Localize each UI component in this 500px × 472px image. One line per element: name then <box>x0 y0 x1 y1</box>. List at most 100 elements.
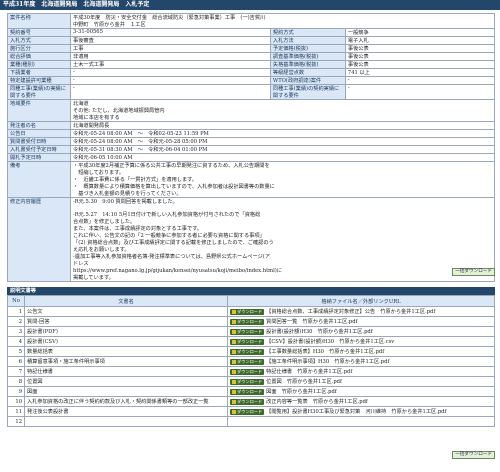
doc-no: 10 <box>7 396 25 407</box>
doc-name <box>24 416 228 427</box>
col-header-file: 格納ファイル名／外部リンクURL <box>227 295 495 307</box>
info-row: 案件名称 平成30年度 防災・安全交付金 総合流域防災（緊急対策事業）工事 (一)… <box>7 13 495 29</box>
doc-name: 入札参加資格の改正に伴う契約約款及び入札・契約関係書類等の一部改正一覧 <box>24 396 228 407</box>
info-value: 北海道開発局長 <box>70 121 495 130</box>
doc-file-link[interactable]: 【CSV】設計書(設計額)H30 竹原から金井1工区.csv <box>266 339 394 345</box>
doc-file-link[interactable]: 【施工条件明示事項】H30 竹原から金井1工区.pdf <box>266 359 389 365</box>
info-label: 地域要件 <box>7 99 71 122</box>
download-label: ダウンロード <box>237 399 263 404</box>
info-label-secondary: 同種工事(業績)の契約実績に関する要件 <box>269 84 346 100</box>
download-all-button-bottom[interactable]: 一括ダウンロード <box>452 451 495 459</box>
info-label-secondary: 調査基準価格(税抜) <box>269 52 346 61</box>
doc-row: 9 図面 ダウンロード 図面 竹原から金井1工区.pdf <box>7 386 495 397</box>
info-row: 入札書受付予定日時 令和元-05-31 08:30 AM ～ 令和元-06-04 … <box>7 145 495 154</box>
info-row: 契約番号 3-31-00565 契約方式 一般競争 <box>7 28 496 37</box>
info-row: 開札予定日時 令和元-06-05 10:00 AM <box>7 153 495 162</box>
doc-file-link[interactable]: 【資格総合点数、工事成績評定対象修正】公告 竹原から金井1工区.pdf <box>266 309 435 315</box>
doc-no: 4 <box>7 336 25 347</box>
download-button[interactable]: ダウンロード <box>230 369 265 375</box>
doc-file-cell: ダウンロード 【資格総合点数、工事成績評定対象修正】公告 竹原から金井1工区.pd… <box>227 306 495 317</box>
doc-file-cell: ダウンロード 位置図 竹原から金井1工区.pdf <box>227 376 495 387</box>
info-value: 令和元-05-31 08:30 AM ～ 令和元-06-04 01:00 PM <box>70 145 495 154</box>
download-label: ダウンロード <box>237 339 263 344</box>
doc-file-cell: ダウンロード 【工事数量総括表】H30 竹原から金井1工区.pdf <box>227 346 495 357</box>
doc-row: 12 <box>7 416 495 427</box>
download-button[interactable]: ダウンロード <box>230 379 265 385</box>
info-value-secondary: 事後公表 <box>344 60 496 69</box>
doc-file-link[interactable]: 特記仕様書 竹原から金井1工区.pdf <box>266 369 352 375</box>
doc-file-link[interactable]: 【閲覧用】設計書H30工事及び緊急対策 河川維持 竹原から金井1工区.pdf <box>266 409 446 415</box>
info-value: 平成30年度 防災・安全交付金 総合流域防災（緊急対策事業）工事 (一)吉賀川 … <box>70 13 495 29</box>
download-button[interactable]: ダウンロード <box>230 349 265 355</box>
info-label: 質問書受付日時 <box>7 137 71 146</box>
info-row: 総合評価 非適用 調査基準価格(税抜) 事後公表 <box>7 52 496 61</box>
download-icon <box>232 350 236 354</box>
doc-row: 3 設計書(PDF) ダウンロード 設計書(設計額)H30 竹原から金井1工区.pdf <box>7 326 495 337</box>
download-icon <box>232 340 236 344</box>
doc-row: 11 発注後公表設計書 ダウンロード 【閲覧用】設計書H30工事及び緊急対策 河川維持… <box>7 406 495 417</box>
download-all-button[interactable]: 一括ダウンロード <box>452 268 495 276</box>
download-label: ダウンロード <box>237 409 263 414</box>
doc-no: 6 <box>7 356 25 367</box>
doc-file-cell: ダウンロード 【CSV】設計書(設計額)H30 竹原から金井1工区.csv <box>227 336 495 347</box>
info-label: 特定建設許可業種 <box>7 76 71 85</box>
info-label-secondary: 失格基準価格(税抜) <box>269 60 346 69</box>
doc-name: 設計書(PDF) <box>24 326 228 337</box>
info-label-secondary: 入札方法 <box>269 36 346 45</box>
download-button[interactable]: ダウンロード <box>230 359 265 365</box>
doc-name: 設計書(CSV) <box>24 336 228 347</box>
doc-row: 4 設計書(CSV) ダウンロード 【CSV】設計書(設計額)H30 竹原から金井1工… <box>7 336 495 347</box>
download-button[interactable]: ダウンロード <box>230 329 265 335</box>
doc-no: 9 <box>7 386 25 397</box>
download-button[interactable]: ダウンロード <box>230 409 265 415</box>
doc-file-cell: ダウンロード 質問回答一覧 竹原から金井1工区.pdf <box>227 316 495 327</box>
download-button[interactable]: ダウンロード <box>230 319 265 325</box>
info-row: 特定建設許可業種 - WTO(政府調達)案件 - <box>7 76 496 85</box>
info-label: 案件名称 <box>7 13 71 29</box>
download-label: ダウンロード <box>237 379 263 384</box>
info-value-secondary: 事後公表 <box>344 44 496 53</box>
download-icon <box>232 400 236 404</box>
info-value: 工事 <box>70 44 271 53</box>
doc-file-cell: ダウンロード 【施工条件明示事項】H30 竹原から金井1工区.pdf <box>227 356 495 367</box>
info-label: 修正内容履歴 <box>7 197 71 282</box>
info-label: 入札方式 <box>7 36 71 45</box>
doc-name: 特記仕様書 <box>24 366 228 377</box>
info-value-secondary: - <box>344 76 496 85</box>
doc-file-link[interactable]: 位置図 竹原から金井1工区.pdf <box>266 379 342 385</box>
page-header: 平成31年度 北海道開発局 北海道開発局 入札予定 <box>0 0 500 10</box>
doc-file-link[interactable]: 質問回答一覧 竹原から金井1工区.pdf <box>266 319 357 325</box>
download-button[interactable]: ダウンロード <box>230 339 265 345</box>
info-value-secondary: 741 以上 <box>344 68 496 77</box>
doc-no: 12 <box>7 416 25 427</box>
info-value: - <box>70 76 271 85</box>
info-row: 入札方式 事後審査 入札方法 電子入札 <box>7 36 496 45</box>
info-row: 下請業者 - 等級経営点数 741 以上 <box>7 68 496 77</box>
doc-no: 11 <box>7 406 25 417</box>
info-value-secondary: 事後公表 <box>344 52 496 61</box>
info-row: 質問書受付日時 令和元-05-24 08:00 AM ～ 令和元-05-28 05… <box>7 137 495 146</box>
docs-table: No 文書名 格納ファイル名／外部リンクURL 1 公告文 ダウンロード 【資格総合点… <box>7 295 495 427</box>
info-value: -R元.5.30 9:00 質問回答を掲載しました。 -R元.5.27 14:1… <box>70 197 495 282</box>
download-icon <box>232 410 236 414</box>
download-button[interactable]: ダウンロード <box>230 389 265 395</box>
info-row: 業種(種別) 土木一式工事 失格基準価格(税抜) 事後公表 <box>7 60 496 69</box>
info-value-secondary: 一般競争 <box>344 28 496 37</box>
info-label: 下請業者 <box>7 68 71 77</box>
doc-file-cell: ダウンロード 改正内容等一覧表 竹原から金井1工区.pdf <box>227 396 495 407</box>
info-value: ・平成30年度2月補正予算に係る公共工事の早期発注に資するため、入札公告期間を … <box>70 161 495 198</box>
info-row: 同種工事(業績)の実績に関する要件 - 同種工事(業績)の契約実績に関する要件 - <box>7 84 496 100</box>
download-label: ダウンロード <box>237 359 263 364</box>
doc-file-link[interactable]: 【工事数量総括表】H30 竹原から金井1工区.pdf <box>266 349 384 355</box>
download-button[interactable]: ダウンロード <box>230 399 265 405</box>
download-button[interactable]: ダウンロード <box>230 309 265 315</box>
doc-file-link[interactable]: 設計書(設計額)H30 竹原から金井1工区.pdf <box>266 329 373 335</box>
info-row: 公告日 令和元-05-24 08:00 AM ～ 令和02-05-23 11:59… <box>7 129 495 138</box>
info-value-secondary: 電子入札 <box>344 36 496 45</box>
doc-file-link[interactable]: 改正内容等一覧表 竹原から金井1工区.pdf <box>266 399 368 405</box>
doc-file-link[interactable]: 図面 竹原から金井1工区.pdf <box>266 389 337 395</box>
info-value: 事後審査 <box>70 36 271 45</box>
info-row: 備考 ・平成30年度2月補正予算に係る公共工事の早期発注に資するため、入札公告期間… <box>7 161 495 198</box>
info-value: - <box>70 84 271 100</box>
info-label: 発注者の名 <box>7 121 71 130</box>
